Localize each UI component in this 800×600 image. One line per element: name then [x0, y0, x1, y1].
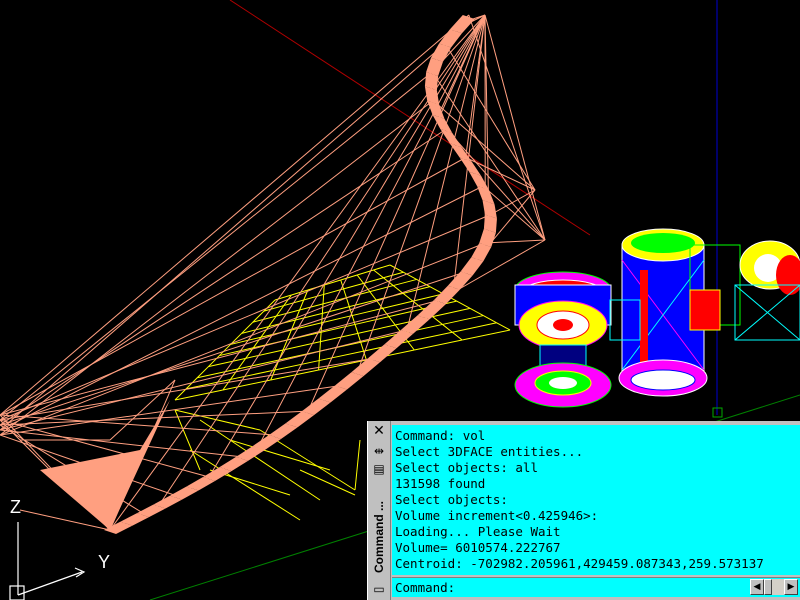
- history-line: 131598 found: [395, 476, 486, 491]
- palette-window-icon[interactable]: ▭: [371, 581, 387, 597]
- history-line: Volume increment<0.425946>:: [395, 508, 599, 523]
- command-line[interactable]: Command: ◀ ▶: [392, 577, 800, 597]
- command-history: Command: vol Select 3DFACE entities... Sel…: [392, 425, 800, 575]
- properties-icon[interactable]: ▤: [371, 461, 387, 477]
- command-palette[interactable]: ✕ ⇹ ▤ Command ... ▭ Command: vol Select 3…: [367, 421, 800, 600]
- scroll-thumb[interactable]: [764, 579, 772, 595]
- history-line: Volume= 6010574.222767: [395, 540, 561, 555]
- palette-titlebar[interactable]: ✕ ⇹ ▤ Command ... ▭: [368, 421, 391, 600]
- history-line: Loading... Please Wait: [395, 524, 561, 539]
- scroll-right-icon[interactable]: ▶: [784, 579, 798, 595]
- palette-title: Command ...: [372, 500, 386, 574]
- close-icon[interactable]: ✕: [371, 423, 387, 439]
- ucs-y-label: Y: [98, 552, 111, 572]
- history-line: Select objects:: [395, 492, 508, 507]
- command-input[interactable]: [462, 579, 746, 597]
- colored-parts: [514, 228, 800, 408]
- history-line: Select objects: all: [395, 460, 538, 475]
- scroll-left-icon[interactable]: ◀: [750, 579, 764, 595]
- command-line-scrollbar[interactable]: ◀ ▶: [750, 579, 798, 595]
- ucs-z-label: Z: [10, 497, 21, 517]
- history-line: Centroid: -702982.205961,429459.087343,2…: [395, 556, 764, 571]
- command-prompt: Command:: [395, 580, 456, 595]
- auto-hide-icon[interactable]: ⇹: [371, 443, 387, 459]
- history-line: Command: vol: [395, 428, 486, 443]
- ucs-icon: [9, 522, 86, 600]
- history-line: Select 3DFACE entities...: [395, 444, 584, 459]
